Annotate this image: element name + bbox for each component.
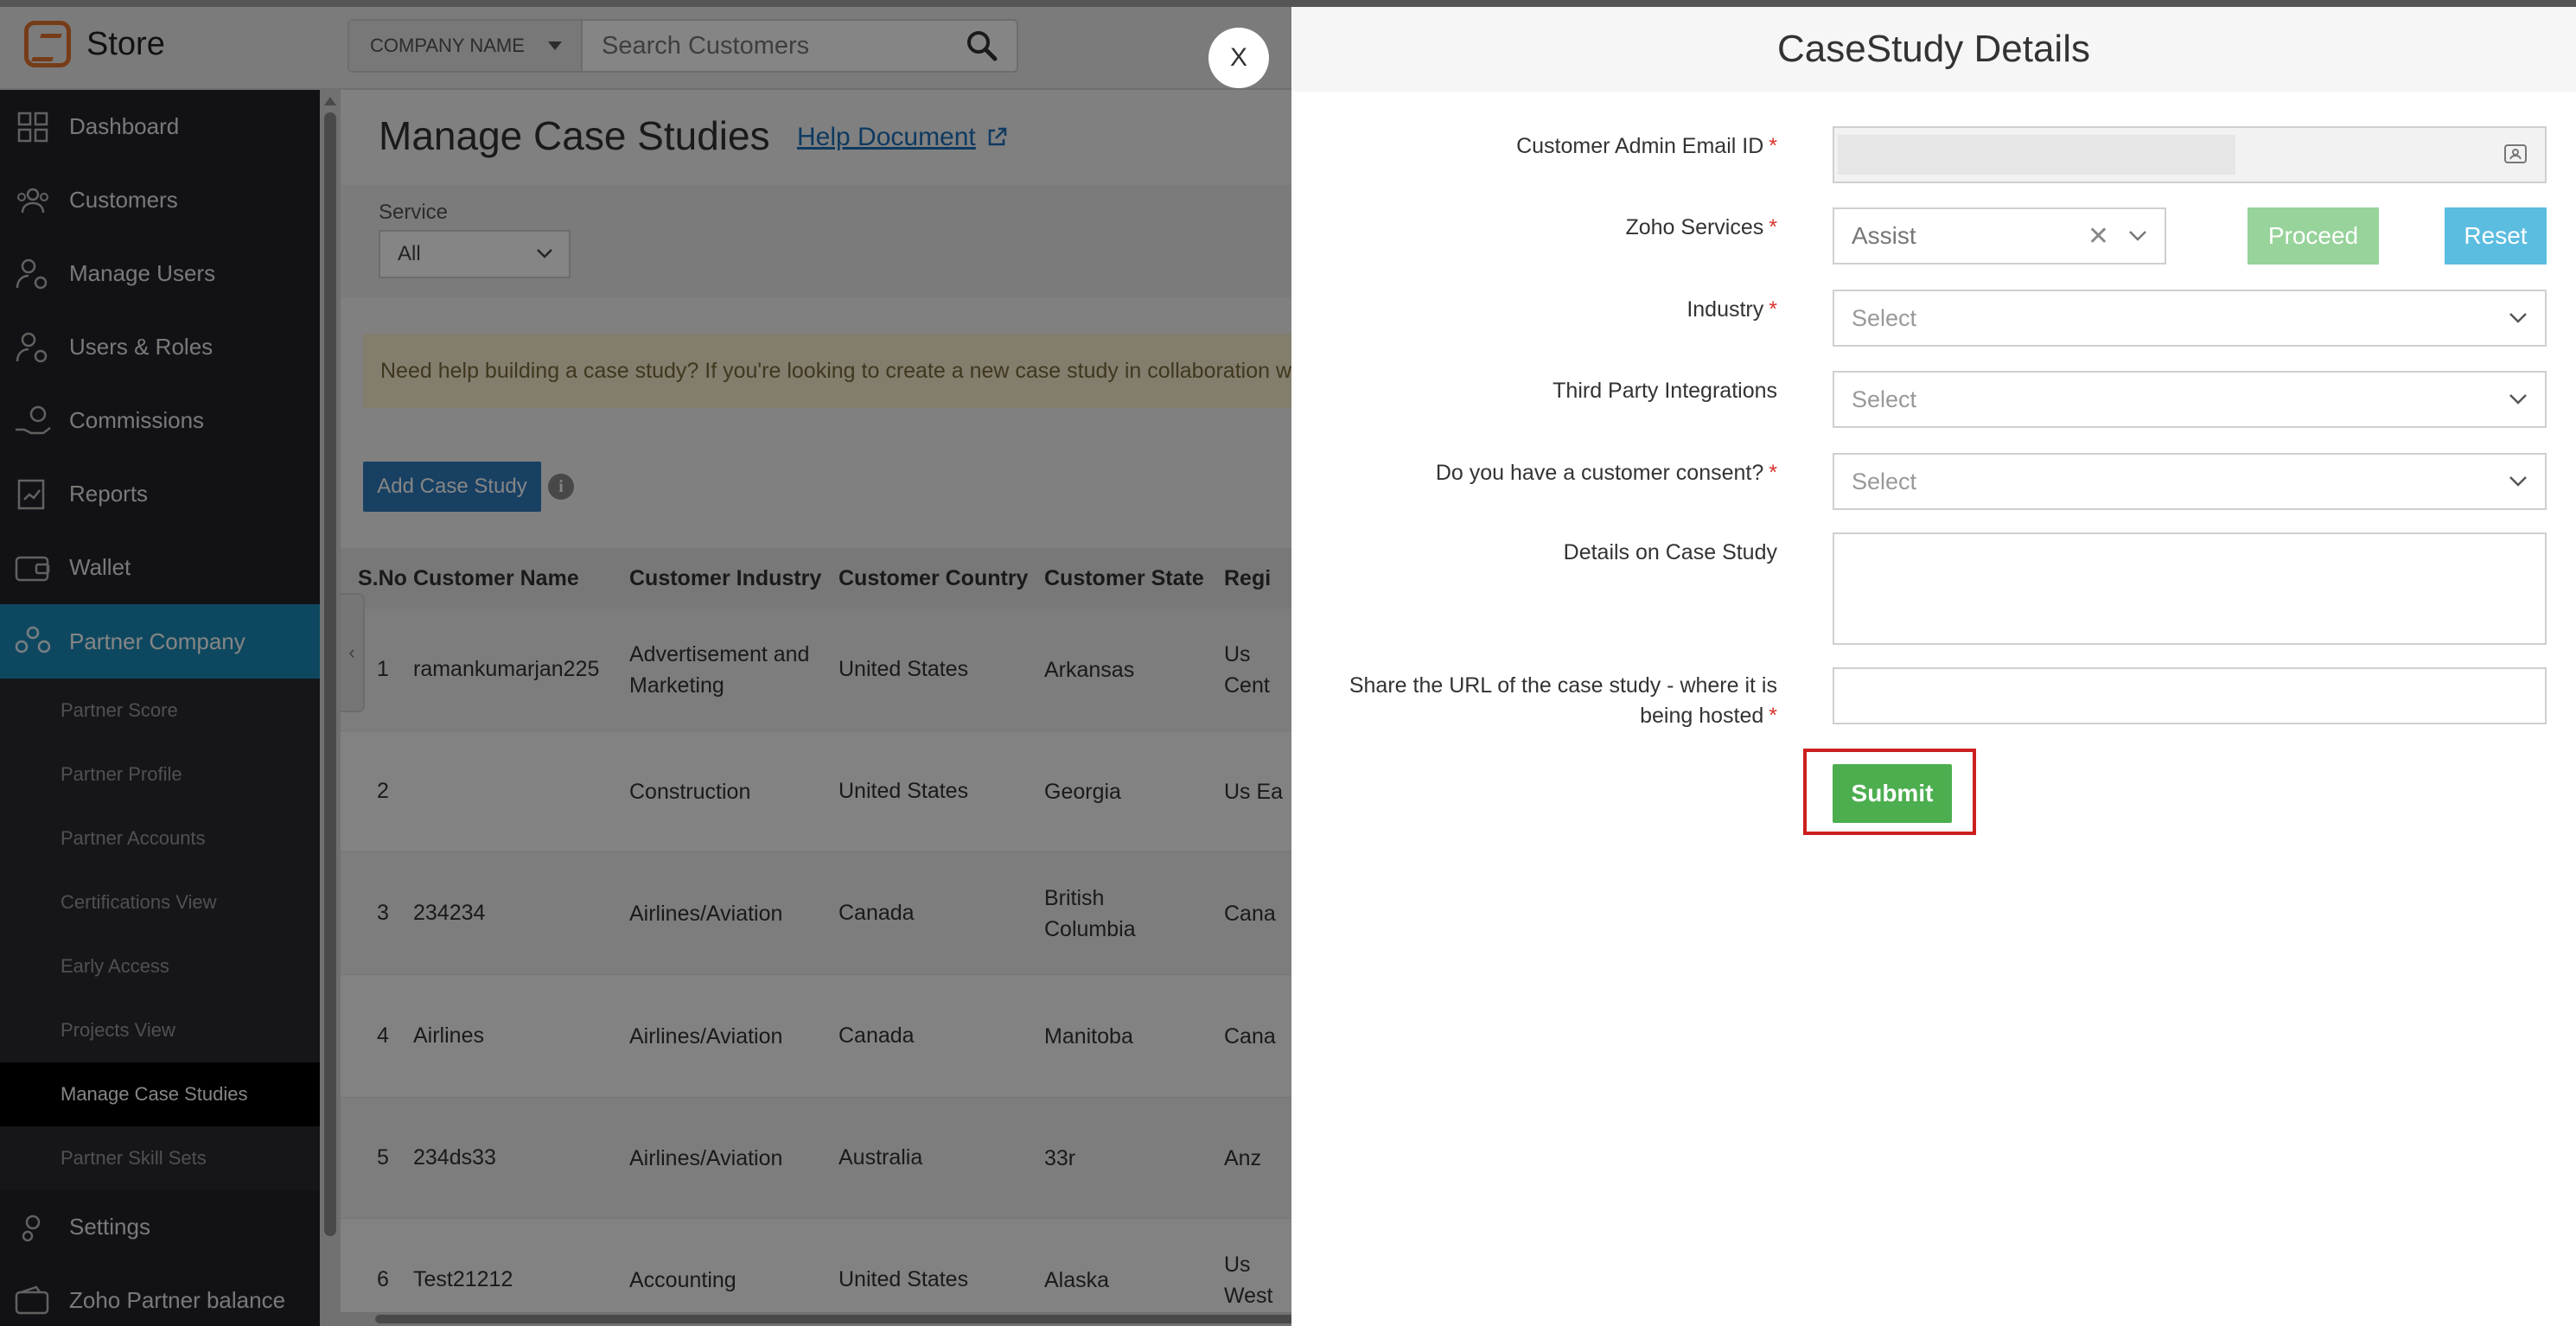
third-party-integrations-select[interactable]: Select [1833, 371, 2547, 428]
url-label-text: Share the URL of the case study - where … [1349, 673, 1777, 728]
submit-button[interactable]: Submit [1833, 764, 1952, 823]
chevron-down-icon [2509, 394, 2527, 405]
industry-label-text: Industry [1687, 297, 1764, 322]
window-top-border [0, 0, 2576, 7]
required-marker: * [1769, 215, 1777, 239]
redacted-value [1838, 135, 2235, 175]
customer-consent-select[interactable]: Select [1833, 453, 2547, 510]
industry-label: Industry * [1687, 295, 1777, 325]
email-label-text: Customer Admin Email ID [1516, 134, 1764, 158]
modal-backdrop[interactable] [0, 0, 1291, 1326]
case-study-url-field[interactable] [1833, 667, 2547, 724]
chevron-down-icon [2509, 476, 2527, 487]
required-marker: * [1769, 134, 1777, 158]
details-label: Details on Case Study [1563, 540, 1777, 564]
required-marker: * [1769, 297, 1777, 322]
chevron-down-icon [2509, 313, 2527, 323]
drawer-title: CaseStudy Details [1291, 7, 2576, 92]
services-label-text: Zoho Services [1625, 215, 1764, 239]
close-drawer-button[interactable]: X [1208, 28, 1269, 88]
services-selected-value: Assist [1852, 222, 1916, 249]
case-study-details-textarea[interactable] [1833, 532, 2547, 645]
integrations-label: Third Party Integrations [1553, 379, 1777, 403]
customer-admin-email-field[interactable] [1833, 126, 2547, 183]
case-study-details-drawer: CaseStudy Details Customer Admin Email I… [1291, 7, 2576, 1326]
proceed-button[interactable]: Proceed [2248, 207, 2379, 265]
services-label: Zoho Services * [1625, 213, 1777, 243]
integrations-placeholder: Select [1852, 386, 1917, 412]
required-marker: * [1769, 461, 1777, 485]
consent-label-text: Do you have a customer consent? [1435, 461, 1764, 485]
industry-placeholder: Select [1852, 304, 1917, 331]
required-marker: * [1769, 704, 1777, 728]
url-label: Share the URL of the case study - where … [1328, 671, 1777, 731]
clear-selection-icon[interactable]: ✕ [2088, 221, 2109, 252]
zoho-services-select[interactable]: Assist ✕ [1833, 207, 2166, 265]
reset-button[interactable]: Reset [2445, 207, 2547, 265]
consent-placeholder: Select [1852, 468, 1917, 494]
contact-card-icon [2504, 144, 2527, 163]
chevron-down-icon[interactable] [2128, 230, 2147, 242]
email-label: Customer Admin Email ID * [1516, 131, 1777, 162]
consent-label: Do you have a customer consent? * [1436, 458, 1777, 488]
industry-select[interactable]: Select [1833, 290, 2547, 347]
